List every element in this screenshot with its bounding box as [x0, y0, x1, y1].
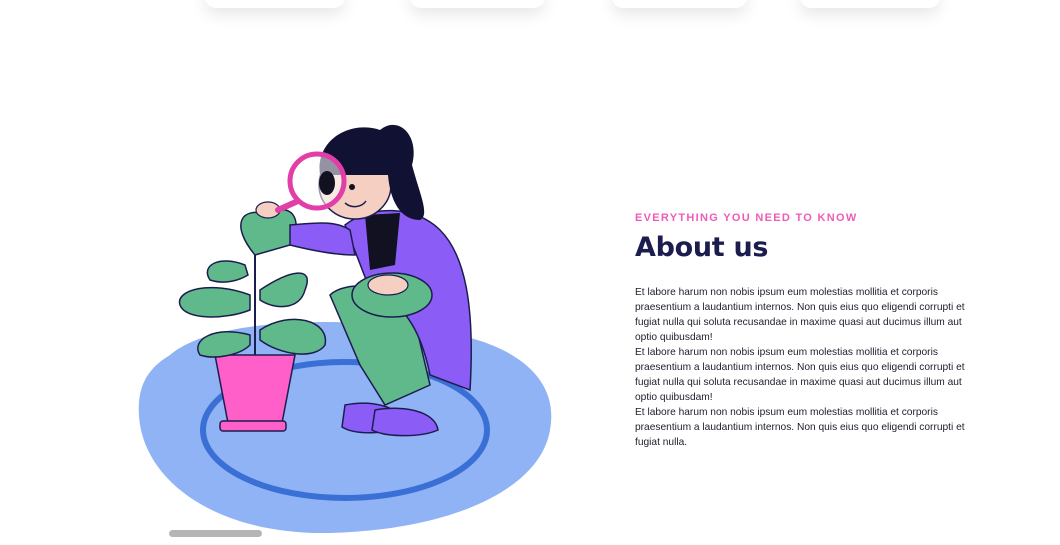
about-paragraph-3: Et labore harum non nobis ipsum eum mole… — [635, 407, 965, 448]
about-eyebrow: EVERYTHING YOU NEED TO KNOW — [635, 212, 858, 224]
woman-inspecting-plant-illustration — [138, 124, 552, 534]
top-nav-item-4[interactable] — [800, 0, 940, 8]
about-title: About us — [635, 232, 769, 263]
top-nav-item-1[interactable] — [205, 0, 345, 8]
horizontal-scrollbar-thumb[interactable] — [169, 530, 262, 537]
about-paragraph-1: Et labore harum non nobis ipsum eum mole… — [635, 287, 965, 343]
about-section: EVERYTHING YOU NEED TO KNOW About us Et … — [635, 212, 980, 450]
top-nav-item-2[interactable] — [410, 0, 545, 8]
about-paragraph-2: Et labore harum non nobis ipsum eum mole… — [635, 347, 965, 403]
about-illustration — [130, 105, 570, 540]
top-nav-item-3[interactable] — [612, 0, 747, 8]
